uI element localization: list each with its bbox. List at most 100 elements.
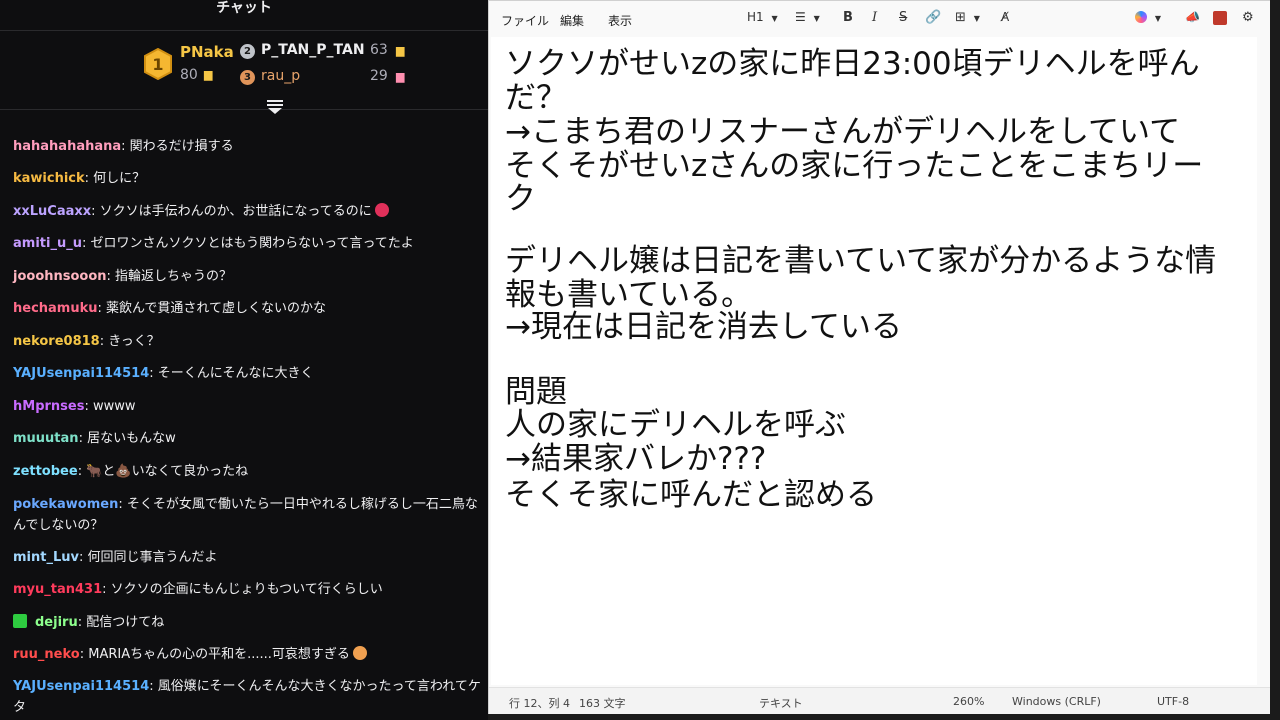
text-format[interactable]: テキスト [759, 695, 803, 711]
chat-message-text: : ゼロワンさんソクソとはもう関わらないって言ってたよ [81, 236, 414, 251]
chevron-down-icon: ▼ [973, 14, 980, 23]
editor-text-line[interactable]: だ？ [505, 81, 567, 115]
first-place-badge-icon: 1 [144, 48, 172, 80]
account-icon[interactable] [1213, 11, 1227, 25]
chat-message: hMprnses: wwww [13, 396, 483, 417]
leaderboard-second-score: 63 [370, 42, 388, 58]
settings-gear-icon[interactable]: ⚙ [1242, 10, 1254, 25]
bold-icon[interactable]: B [843, 10, 853, 25]
chat-username[interactable]: jooohnsooon [13, 269, 107, 284]
editor-text-line[interactable]: ソクソがせいzの家に昨日23:00頃デリヘルを呼ん [505, 47, 1200, 81]
chat-username[interactable]: zettobee [13, 464, 78, 479]
editor-text-line[interactable]: →結果家バレか??? [505, 442, 766, 476]
chat-username[interactable]: mint_Luv [13, 550, 79, 565]
chat-message-text: : ソクソは手伝わんのか、お世話になってるのに [91, 204, 372, 219]
chat-message: jooohnsooon: 指輪返しちゃうの？ [13, 266, 483, 287]
chat-message: xxLuCaaxx: ソクソは手伝わんのか、お世話になってるのに [13, 201, 483, 222]
notepad-window: ファイル 編集 表示 H1 ▼ ☰ ▼ B I S 🔗 ⊞ ▼ A̸ ▼ 📣 ⚙… [488, 0, 1272, 716]
heading-label: H1 [747, 10, 764, 24]
desktop-background [1270, 0, 1280, 714]
line-ending[interactable]: Windows (CRLF) [1012, 695, 1101, 708]
gift-icon: ▆ [396, 44, 405, 57]
list-icon: ☰ [795, 10, 806, 24]
character-count: 163 文字 [579, 697, 626, 710]
chat-username[interactable]: nekore0818 [13, 334, 100, 349]
editor-text-line[interactable]: そくそ家に呼んだと認める [505, 478, 877, 512]
chat-username[interactable]: YAJUsenpai114514 [13, 679, 149, 694]
chat-message-text: : 何しに？ [84, 171, 146, 186]
chat-message-text: : 何回同じ事言うんだよ [78, 550, 218, 565]
zoom-level[interactable]: 260% [953, 695, 984, 708]
encoding[interactable]: UTF-8 [1157, 695, 1189, 708]
chat-message-text: : 🐂と💩いなくて良かったね [77, 464, 249, 479]
chat-username[interactable]: myu_tan431 [13, 582, 102, 597]
editor-text-line[interactable]: 問題 [505, 375, 567, 409]
svg-text:1: 1 [152, 55, 163, 74]
chat-message-text: : 指輪返しちゃうの？ [106, 269, 233, 284]
leaderboard-second-name[interactable]: P_TAN_P_TAN [261, 42, 365, 58]
chat-username[interactable]: YAJUsenpai114514 [13, 366, 149, 381]
chat-username[interactable]: hechamuku [13, 301, 98, 316]
chat-username[interactable]: amiti_u_u [13, 236, 82, 251]
chat-message-text: : 薬飲んで貫通されて虚しくないのかな [97, 301, 326, 316]
chat-username[interactable]: pokekawomen [13, 497, 118, 512]
heading-dropdown[interactable]: H1 ▼ [747, 10, 778, 24]
editor-text-line[interactable]: 人の家にデリヘルを呼ぶ [505, 408, 846, 442]
editor-text-line[interactable]: デリヘル嬢は日記を書いていて家が分かるような情 [505, 244, 1216, 278]
chat-message: YAJUsenpai114514: 風俗嬢にそーくんそんな大きくなかったって言わ… [13, 676, 483, 718]
chat-username[interactable]: hMprnses [13, 399, 84, 414]
chat-message-text: : 配信つけてね [77, 615, 165, 630]
italic-icon[interactable]: I [872, 10, 877, 25]
strikethrough-icon[interactable]: S [899, 10, 907, 25]
clear-formatting-icon[interactable]: A̸ [1001, 10, 1009, 24]
chat-message: hahahahahana: 関わるだけ損する [13, 136, 483, 157]
chat-header: チャット [0, 0, 488, 31]
chevron-down-icon: ▼ [1154, 14, 1161, 23]
emote-icon [352, 646, 367, 660]
chat-username[interactable]: xxLuCaaxx [13, 204, 91, 219]
editor-text-line[interactable]: →こまち君のリスナーさんがデリヘルをしていて [505, 115, 1180, 149]
chat-message: dejiru: 配信つけてね [13, 612, 483, 633]
text-editor[interactable]: ソクソがせいzの家に昨日23:00頃デリヘルを呼ん だ？ →こまち君のリスナーさんが… [491, 37, 1257, 685]
chat-message-text: : 居ないもんなw [78, 431, 176, 446]
leaderboard-first-name[interactable]: PNaka [180, 43, 234, 61]
vertical-scrollbar[interactable] [1260, 41, 1264, 681]
copilot-dropdown[interactable]: ▼ [1135, 10, 1161, 24]
list-dropdown[interactable]: ☰ ▼ [795, 10, 820, 24]
copilot-icon [1135, 11, 1147, 23]
chat-message-text: : きっく？ [99, 334, 160, 349]
table-dropdown[interactable]: ⊞ ▼ [955, 10, 980, 25]
editor-text-line[interactable]: 報も書いている。 [505, 278, 752, 312]
chat-message: myu_tan431: ソクソの企画にもんじょりもついて行くらしい [13, 579, 483, 600]
chat-message: muuutan: 居ないもんなw [13, 428, 483, 449]
link-icon[interactable]: 🔗 [925, 10, 941, 25]
chat-message: ruu_neko: MARIAちゃんの心の平和を......可哀想すぎる [13, 644, 483, 665]
chat-title: チャット [216, 0, 272, 16]
menu-edit[interactable]: 編集 [560, 12, 584, 29]
chat-message-text: : 関わるだけ損する [121, 139, 234, 154]
chat-message-list[interactable]: hahahahahana: 関わるだけ損する kawichick: 何しに？ xxL… [0, 110, 488, 720]
chat-message-text: : ソクソの企画にもんじょりもついて行くらしい [102, 582, 383, 597]
gift-icon: ▆ [396, 70, 405, 83]
leaderboard-third-score: 29 [370, 68, 388, 84]
editor-text-line[interactable]: →現在は日記を消去している [505, 310, 902, 344]
chat-username[interactable]: kawichick [13, 171, 85, 186]
third-place-badge-icon: 3 [240, 70, 255, 85]
chat-message: amiti_u_u: ゼロワンさんソクソとはもう関わらないって言ってたよ [13, 233, 483, 254]
menu-file[interactable]: ファイル [501, 12, 549, 29]
chat-username[interactable]: dejiru [35, 615, 78, 630]
announcement-icon[interactable]: 📣 [1185, 10, 1200, 24]
leaderboard-third-name[interactable]: rau_p [261, 68, 300, 84]
chat-message-text: : MARIAちゃんの心の平和を......可哀想すぎる [79, 647, 350, 662]
status-bar: 行 12、列 4 163 文字 テキスト 260% Windows (CRLF)… [489, 687, 1271, 716]
chat-message: nekore0818: きっく？ [13, 331, 483, 352]
chat-panel: チャット 1 PNaka 80 ▆ 2 P_TAN_P_TAN 63 ▆ 3 r… [0, 0, 488, 720]
editor-text-line[interactable]: そくそがせいzさんの家に行ったことをこまちリー [505, 149, 1203, 183]
chat-username[interactable]: hahahahahana [13, 139, 121, 154]
chat-username[interactable]: muuutan [13, 431, 79, 446]
editor-text-line[interactable]: ク [505, 182, 536, 216]
chat-message: pokekawomen: そくそが女風で働いたら一日中やれるし稼げるし一石二鳥な… [13, 494, 483, 536]
chat-username[interactable]: ruu_neko [13, 647, 80, 662]
menu-view[interactable]: 表示 [608, 12, 632, 29]
desktop-background [488, 714, 1280, 720]
